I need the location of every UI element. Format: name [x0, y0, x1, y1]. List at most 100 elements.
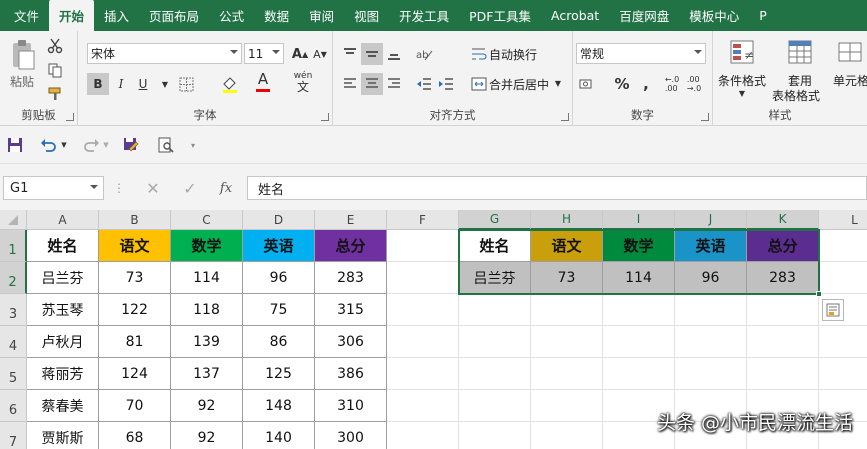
chevron-down-icon[interactable]: ▼: [102, 139, 110, 151]
cell[interactable]: [747, 326, 819, 358]
table-cell[interactable]: 73: [99, 262, 171, 294]
copy-header-cell[interactable]: 姓名: [459, 230, 531, 262]
cell[interactable]: [603, 326, 675, 358]
wrap-text-icon[interactable]: [468, 43, 490, 65]
cell[interactable]: [459, 294, 531, 326]
table-cell[interactable]: 386: [315, 358, 387, 390]
row-header[interactable]: 2: [0, 262, 27, 294]
row-header[interactable]: 5: [0, 358, 27, 390]
cell[interactable]: [747, 294, 819, 326]
table-cell[interactable]: 81: [99, 326, 171, 358]
table-cell[interactable]: 140: [243, 422, 315, 449]
copy-cell[interactable]: 114: [603, 262, 675, 294]
wrap-text-button[interactable]: 自动换行: [489, 46, 537, 63]
table-cell[interactable]: 122: [99, 294, 171, 326]
bold-button[interactable]: B: [87, 73, 109, 95]
formula-bar-grip-icon[interactable]: ⋮: [113, 178, 125, 198]
fill-color-icon[interactable]: [219, 73, 241, 95]
column-header[interactable]: G: [459, 210, 531, 230]
copy-header-cell[interactable]: 数学: [603, 230, 675, 262]
copy-icon[interactable]: [44, 59, 66, 81]
table-cell[interactable]: 92: [171, 390, 243, 422]
table-cell[interactable]: 75: [243, 294, 315, 326]
cell[interactable]: [459, 422, 531, 449]
column-header[interactable]: K: [747, 210, 819, 230]
shrink-font-button[interactable]: A ▼: [309, 43, 331, 65]
cell[interactable]: [387, 230, 459, 262]
tab-pdf-tools[interactable]: PDF工具集: [459, 0, 541, 31]
copy-header-cell[interactable]: 英语: [675, 230, 747, 262]
align-right-icon[interactable]: [383, 73, 405, 95]
font-launcher-icon[interactable]: [321, 113, 329, 121]
table-cell[interactable]: 卢秋月: [27, 326, 99, 358]
table-cell[interactable]: 148: [243, 390, 315, 422]
table-cell[interactable]: 300: [315, 422, 387, 449]
cell[interactable]: [819, 326, 867, 358]
font-size-select[interactable]: 11: [244, 43, 284, 64]
select-all-corner[interactable]: [0, 210, 27, 230]
cancel-icon[interactable]: ✕: [143, 178, 163, 198]
number-launcher-icon[interactable]: [701, 113, 709, 121]
cell[interactable]: [387, 294, 459, 326]
table-cell[interactable]: 310: [315, 390, 387, 422]
print-preview-icon[interactable]: [155, 134, 177, 156]
increase-indent-icon[interactable]: [435, 73, 457, 95]
cell[interactable]: [387, 262, 459, 294]
cell[interactable]: [459, 326, 531, 358]
tab-formulas[interactable]: 公式: [209, 0, 254, 31]
formula-input[interactable]: 姓名: [247, 176, 867, 200]
table-cell[interactable]: 68: [99, 422, 171, 449]
table-header-cell[interactable]: 姓名: [27, 230, 99, 262]
cell[interactable]: [675, 294, 747, 326]
cell[interactable]: [747, 358, 819, 390]
cell[interactable]: [531, 294, 603, 326]
tab-file[interactable]: 文件: [4, 0, 49, 31]
cell[interactable]: [531, 358, 603, 390]
merge-center-button[interactable]: 合并后居中: [489, 76, 549, 93]
currency-icon[interactable]: [577, 73, 599, 95]
table-cell[interactable]: 137: [171, 358, 243, 390]
tab-template-center[interactable]: 模板中心: [679, 0, 749, 31]
tab-insert[interactable]: 插入: [94, 0, 139, 31]
column-header[interactable]: C: [171, 210, 243, 230]
cell[interactable]: [531, 326, 603, 358]
chevron-down-icon[interactable]: ▼: [737, 87, 747, 99]
tab-developer[interactable]: 开发工具: [389, 0, 459, 31]
cell[interactable]: [387, 358, 459, 390]
align-center-icon[interactable]: [361, 73, 383, 95]
column-header[interactable]: F: [387, 210, 459, 230]
cell[interactable]: [819, 262, 867, 294]
copy-cell[interactable]: 283: [747, 262, 819, 294]
save-icon[interactable]: [4, 134, 26, 156]
table-header-cell[interactable]: 总分: [315, 230, 387, 262]
tab-acrobat[interactable]: Acrobat: [541, 0, 609, 31]
cell[interactable]: [531, 390, 603, 422]
conditional-format-icon[interactable]: ≠: [727, 37, 757, 67]
grow-font-button[interactable]: A ▲: [289, 43, 311, 65]
tab-view[interactable]: 视图: [344, 0, 389, 31]
name-box[interactable]: G1: [3, 176, 104, 200]
tab-home[interactable]: 开始: [49, 0, 95, 31]
tab-review[interactable]: 审阅: [299, 0, 344, 31]
cell[interactable]: [531, 422, 603, 449]
tab-data[interactable]: 数据: [254, 0, 299, 31]
font-color-icon[interactable]: A: [252, 71, 274, 93]
table-cell[interactable]: 306: [315, 326, 387, 358]
undo-icon[interactable]: [38, 134, 60, 156]
column-header[interactable]: D: [243, 210, 315, 230]
copy-cell[interactable]: 吕兰芬: [459, 262, 531, 294]
font-name-select[interactable]: 宋体: [87, 43, 242, 64]
chevron-down-icon[interactable]: ▼: [154, 73, 176, 95]
cell[interactable]: [459, 358, 531, 390]
cell-styles-icon[interactable]: [835, 37, 865, 67]
table-cell[interactable]: 96: [243, 262, 315, 294]
table-cell[interactable]: 蒋丽芳: [27, 358, 99, 390]
quick-analysis-icon[interactable]: [822, 299, 844, 321]
decrease-decimal-icon[interactable]: .00 →.0: [683, 73, 705, 95]
align-left-icon[interactable]: [339, 73, 361, 95]
column-header[interactable]: I: [603, 210, 675, 230]
save-as-icon[interactable]: [120, 134, 142, 156]
copy-header-cell[interactable]: 语文: [531, 230, 603, 262]
table-cell[interactable]: 125: [243, 358, 315, 390]
customize-qat-icon[interactable]: ▾: [188, 139, 198, 151]
